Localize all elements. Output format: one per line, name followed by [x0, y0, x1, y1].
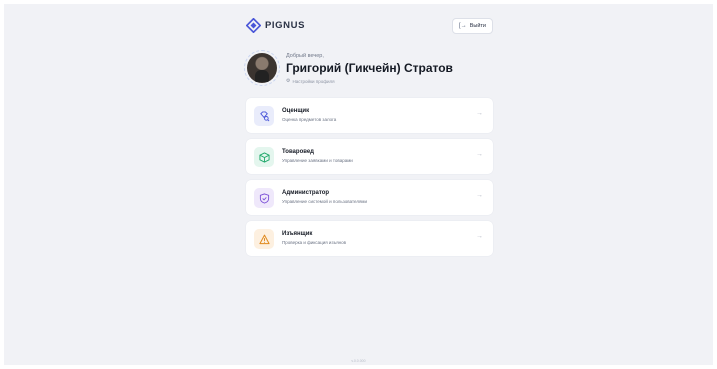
brand-name: PIGNUS — [265, 20, 306, 31]
role-subtitle: Проверка и фиксация изъянов — [282, 240, 347, 245]
role-subtitle: Оценка предметов залога — [282, 117, 337, 122]
profile-section: Добрый вечер, Григорий (Гикчейн) Стратов… — [244, 50, 493, 86]
version-label: v.0.0.000 — [351, 359, 366, 363]
logo: PIGNUS — [246, 18, 305, 33]
arrow-right-icon: → — [476, 151, 483, 158]
role-icon-box — [254, 147, 274, 167]
role-icon-box — [254, 106, 274, 126]
role-title: Оценщик — [282, 108, 310, 114]
avatar — [247, 53, 277, 83]
header: PIGNUS [→ Выйти — [246, 18, 493, 36]
role-card-appraiser[interactable]: Оценщик Оценка предметов залога → — [246, 98, 493, 133]
arrow-right-icon: → — [476, 233, 483, 240]
role-title: Изъянщик — [282, 231, 313, 237]
role-icon-box — [254, 188, 274, 208]
role-icon-box — [254, 229, 274, 249]
role-title: Товаровед — [282, 149, 314, 155]
pignus-logo-icon — [246, 18, 261, 33]
role-card-merchandiser[interactable]: Товаровед Управление заявками и товарами… — [246, 139, 493, 174]
profile-settings-link[interactable]: ⚙ Настройки профиля — [286, 78, 335, 84]
user-name: Григорий (Гикчейн) Стратов — [286, 61, 453, 75]
box-icon — [258, 151, 270, 163]
logout-icon: [→ — [459, 23, 467, 29]
profile-settings-label: Настройки профиля — [292, 78, 335, 84]
avatar-ring — [244, 50, 280, 86]
shield-check-icon — [259, 192, 269, 204]
app-page: PIGNUS [→ Выйти Добрый вечер, Григорий (… — [4, 4, 713, 365]
role-title: Администратор — [282, 190, 330, 196]
warning-icon — [258, 234, 270, 244]
gem-search-icon — [259, 110, 269, 121]
role-card-administrator[interactable]: Администратор Управление системой и поль… — [246, 180, 493, 215]
role-subtitle: Управление системой и пользователями — [282, 199, 368, 204]
greeting-text: Добрый вечер, — [286, 53, 324, 59]
role-subtitle: Управление заявками и товарами — [282, 158, 353, 163]
role-card-defect-inspector[interactable]: Изъянщик Проверка и фиксация изъянов → — [246, 221, 493, 256]
logout-label: Выйти — [469, 23, 486, 29]
gear-icon: ⚙ — [286, 78, 291, 84]
arrow-right-icon: → — [476, 192, 483, 199]
arrow-right-icon: → — [476, 110, 483, 117]
logout-button[interactable]: [→ Выйти — [452, 18, 493, 34]
